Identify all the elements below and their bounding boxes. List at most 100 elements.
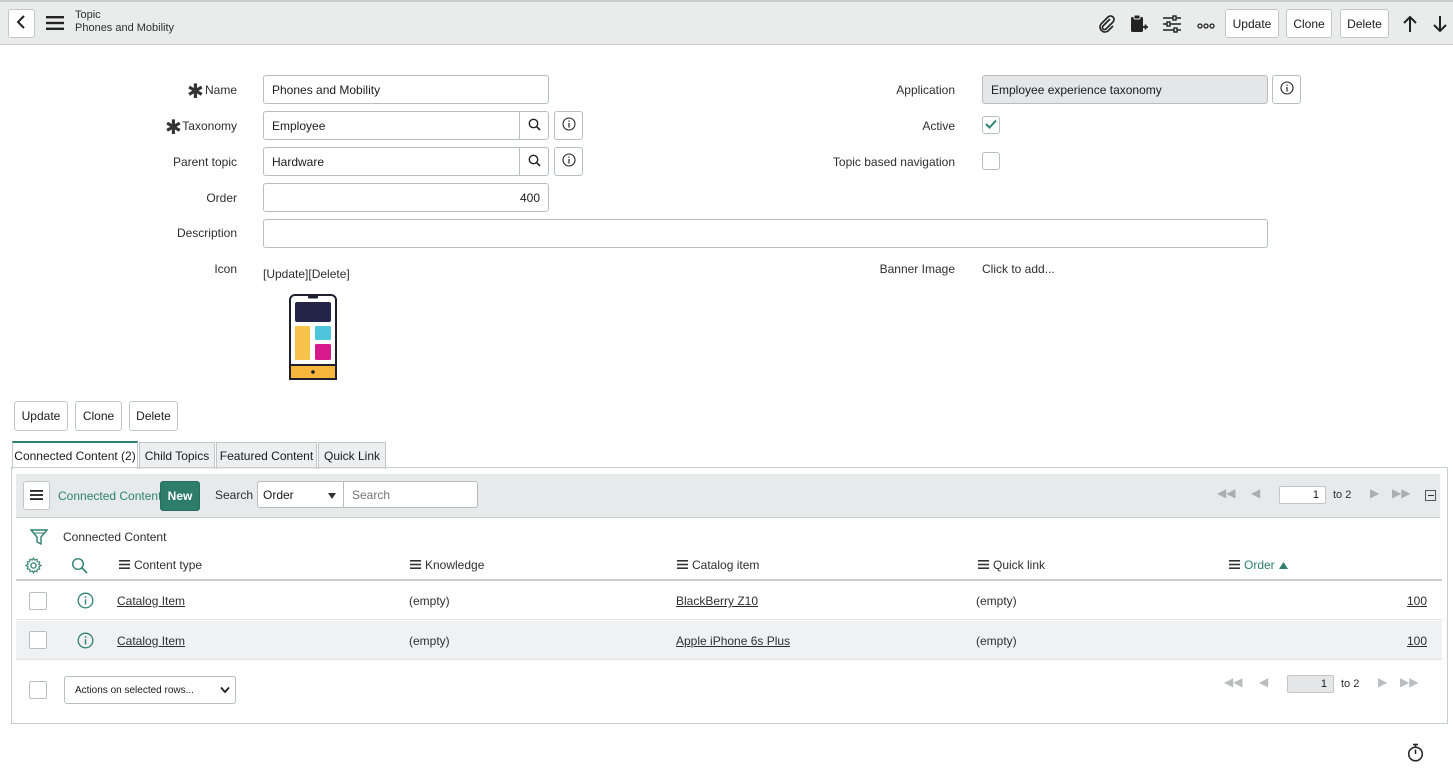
parent-topic-field[interactable]: Hardware	[263, 147, 521, 176]
tab-featured-content[interactable]: Featured Content	[216, 442, 317, 469]
more-options-button[interactable]	[1195, 16, 1217, 34]
quick-link-cell: (empty)	[976, 634, 1017, 648]
parent-topic-info-button[interactable]	[554, 147, 583, 176]
column-menu-icon[interactable]	[410, 558, 421, 572]
tab-connected-content[interactable]: Connected Content (2)	[12, 441, 138, 469]
column-header-knowledge[interactable]: Knowledge	[410, 558, 484, 572]
stopwatch-icon[interactable]	[1407, 743, 1424, 765]
active-checkbox[interactable]	[982, 116, 1000, 134]
table-row: Catalog Item (empty) BlackBerry Z10 (emp…	[16, 581, 1442, 620]
taxonomy-info-button[interactable]	[554, 111, 583, 140]
paperclip-icon	[1098, 14, 1116, 36]
description-label: Description	[176, 226, 237, 240]
content-type-link[interactable]: Catalog Item	[117, 594, 185, 608]
column-label: Content type	[134, 558, 203, 572]
tab-child-topics[interactable]: Child Topics	[139, 442, 215, 469]
topic-based-navigation-checkbox[interactable]	[982, 152, 1000, 170]
search-field-select[interactable]: Order	[257, 481, 344, 508]
header-update-button[interactable]: Update	[1225, 9, 1279, 38]
select-all-checkbox[interactable]	[29, 681, 47, 699]
last-page-icon[interactable]: ▶▶	[1392, 486, 1410, 500]
minus-icon	[1427, 495, 1434, 496]
column-menu-icon[interactable]	[119, 558, 130, 572]
tab-quick-link[interactable]: Quick Link	[318, 442, 386, 469]
column-header-content-type[interactable]: Content type	[119, 558, 202, 572]
search-input[interactable]	[343, 481, 478, 508]
taxonomy-lookup-button[interactable]	[519, 111, 549, 140]
catalog-item-link[interactable]: BlackBerry Z10	[676, 594, 758, 608]
info-icon	[561, 153, 576, 170]
menu-button[interactable]	[44, 14, 66, 34]
parent-topic-lookup-button[interactable]	[519, 147, 549, 176]
collapse-list-button[interactable]	[1425, 490, 1436, 501]
name-field[interactable]: Phones and Mobility	[263, 75, 549, 104]
personalize-button[interactable]	[1161, 14, 1183, 36]
name-label: Name	[204, 83, 237, 97]
gear-icon[interactable]	[24, 556, 43, 577]
search-icon	[528, 154, 541, 170]
update-button[interactable]: Update	[14, 401, 68, 431]
page-input-bottom[interactable]: 1	[1287, 675, 1334, 693]
page-input-top[interactable]: 1	[1279, 486, 1326, 504]
icon-actions[interactable]: [Update][Delete]	[263, 267, 350, 281]
catalog-item-link[interactable]: Apple iPhone 6s Plus	[676, 634, 790, 648]
new-button[interactable]: New	[160, 481, 200, 511]
column-label: Catalog item	[692, 558, 760, 572]
sort-ascending-icon	[1278, 558, 1288, 572]
back-button[interactable]	[8, 9, 35, 38]
order-link[interactable]: 100	[1407, 634, 1427, 648]
content-type-link[interactable]: Catalog Item	[117, 634, 185, 648]
next-page-icon[interactable]: ▶	[1370, 486, 1379, 500]
previous-page-icon[interactable]: ◀	[1259, 675, 1268, 689]
row-checkbox[interactable]	[29, 592, 47, 610]
header-clone-button[interactable]: Clone	[1286, 9, 1332, 38]
application-field: Employee experience taxonomy	[982, 75, 1268, 104]
column-header-order[interactable]: Order	[1229, 558, 1288, 572]
record-name: Phones and Mobility	[75, 22, 175, 34]
column-menu-icon[interactable]	[1229, 558, 1240, 572]
row-info-icon[interactable]	[77, 592, 94, 612]
clone-button[interactable]: Clone	[75, 401, 122, 431]
next-page-icon[interactable]: ▶	[1378, 675, 1387, 689]
chevron-down-icon	[220, 686, 230, 697]
templates-button[interactable]	[1128, 13, 1150, 37]
application-info-button[interactable]	[1272, 75, 1301, 104]
back-icon	[16, 15, 28, 32]
banner-image-add-link[interactable]: Click to add...	[982, 262, 1055, 276]
first-page-icon[interactable]: ◀◀	[1217, 486, 1235, 500]
order-link[interactable]: 100	[1407, 594, 1427, 608]
actions-select-value: Actions on selected rows...	[75, 684, 194, 696]
list-title[interactable]: Connected Content	[58, 489, 161, 503]
list-breadcrumb[interactable]: Connected Content	[63, 530, 166, 544]
form-header: Topic Phones and Mobility Update Clone D…	[0, 0, 1453, 45]
info-icon	[561, 117, 576, 134]
list-menu-button[interactable]	[23, 481, 50, 510]
record-type: Topic	[75, 9, 101, 21]
previous-page-icon[interactable]: ◀	[1251, 486, 1260, 500]
clipboard-icon	[1130, 14, 1148, 37]
description-field[interactable]	[263, 219, 1268, 248]
row-info-icon[interactable]	[77, 632, 94, 652]
first-page-icon[interactable]: ◀◀	[1224, 675, 1242, 689]
icon-label: Icon	[214, 262, 237, 276]
search-icon	[528, 118, 541, 134]
order-field[interactable]: 400	[263, 183, 549, 212]
delete-button[interactable]: Delete	[129, 401, 178, 431]
next-record-button[interactable]	[1429, 13, 1451, 37]
page-total-top: to 2	[1333, 489, 1352, 501]
row-checkbox[interactable]	[29, 631, 47, 649]
filter-icon[interactable]	[29, 528, 49, 549]
column-menu-icon[interactable]	[677, 558, 688, 572]
column-header-catalog-item[interactable]: Catalog item	[677, 558, 759, 572]
header-delete-button[interactable]: Delete	[1340, 9, 1389, 38]
last-page-icon[interactable]: ▶▶	[1400, 675, 1418, 689]
column-search-icon[interactable]	[71, 557, 88, 577]
search-label: Search	[215, 488, 254, 502]
attachment-button[interactable]	[1096, 14, 1118, 36]
taxonomy-field[interactable]: Employee	[263, 111, 521, 140]
column-header-quick-link[interactable]: Quick link	[978, 558, 1045, 572]
previous-record-button[interactable]	[1399, 13, 1421, 37]
column-menu-icon[interactable]	[978, 558, 989, 572]
sliders-icon	[1163, 14, 1181, 36]
actions-select[interactable]: Actions on selected rows...	[64, 676, 236, 704]
